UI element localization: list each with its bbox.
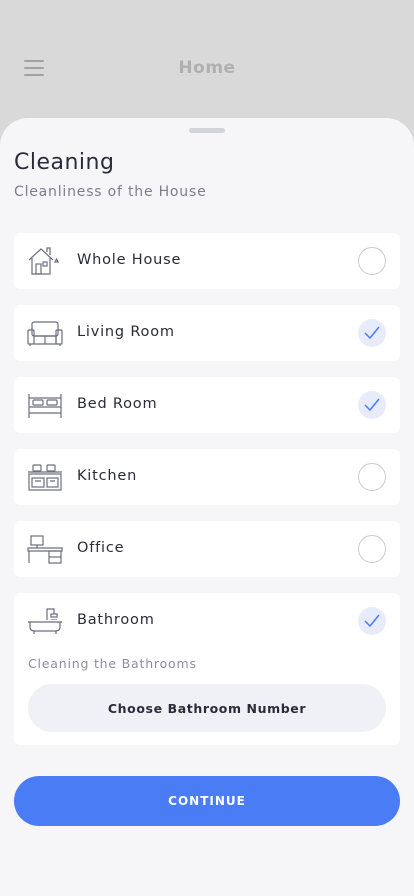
check-icon [364, 614, 380, 628]
cleaning-bottom-sheet: Cleaning Cleanliness of the House Whole … [0, 118, 414, 896]
desk-icon [27, 535, 63, 564]
page-title: Home [178, 58, 236, 78]
room-checkbox-checked[interactable] [358, 607, 386, 635]
room-option-bed-room[interactable]: Bed Room [14, 377, 400, 433]
choose-bathroom-number-button[interactable]: Choose Bathroom Number [28, 684, 386, 732]
sheet-drag-handle[interactable] [189, 128, 225, 133]
check-icon [364, 326, 380, 340]
house-icon [28, 247, 59, 275]
bathtub-icon [28, 608, 62, 634]
sheet-title: Cleaning [14, 150, 115, 175]
room-checkbox[interactable] [358, 247, 386, 275]
room-option-bathroom[interactable]: Bathroom Cleaning the Bathrooms Choose B… [14, 593, 400, 745]
room-label: Bed Room [77, 396, 158, 412]
top-bar: Home [0, 0, 414, 120]
continue-button[interactable]: CONTINUE [14, 776, 400, 826]
room-option-kitchen[interactable]: Kitchen [14, 449, 400, 505]
room-label: Kitchen [77, 468, 138, 484]
room-option-whole-house[interactable]: Whole House [14, 233, 400, 289]
sheet-subtitle: Cleanliness of the House [14, 184, 207, 200]
room-label: Living Room [77, 324, 175, 340]
room-option-living-room[interactable]: Living Room [14, 305, 400, 361]
room-checkbox-checked[interactable] [358, 319, 386, 347]
room-checkbox-checked[interactable] [358, 391, 386, 419]
room-option-office[interactable]: Office [14, 521, 400, 577]
check-icon [364, 398, 380, 412]
bathroom-note: Cleaning the Bathrooms [28, 656, 197, 671]
room-label: Bathroom [77, 612, 155, 628]
sofa-icon [27, 321, 63, 346]
bed-icon [28, 394, 62, 418]
room-label: Whole House [77, 252, 182, 268]
room-label: Office [77, 540, 125, 556]
room-checkbox[interactable] [358, 535, 386, 563]
stove-icon [28, 464, 62, 491]
room-checkbox[interactable] [358, 463, 386, 491]
